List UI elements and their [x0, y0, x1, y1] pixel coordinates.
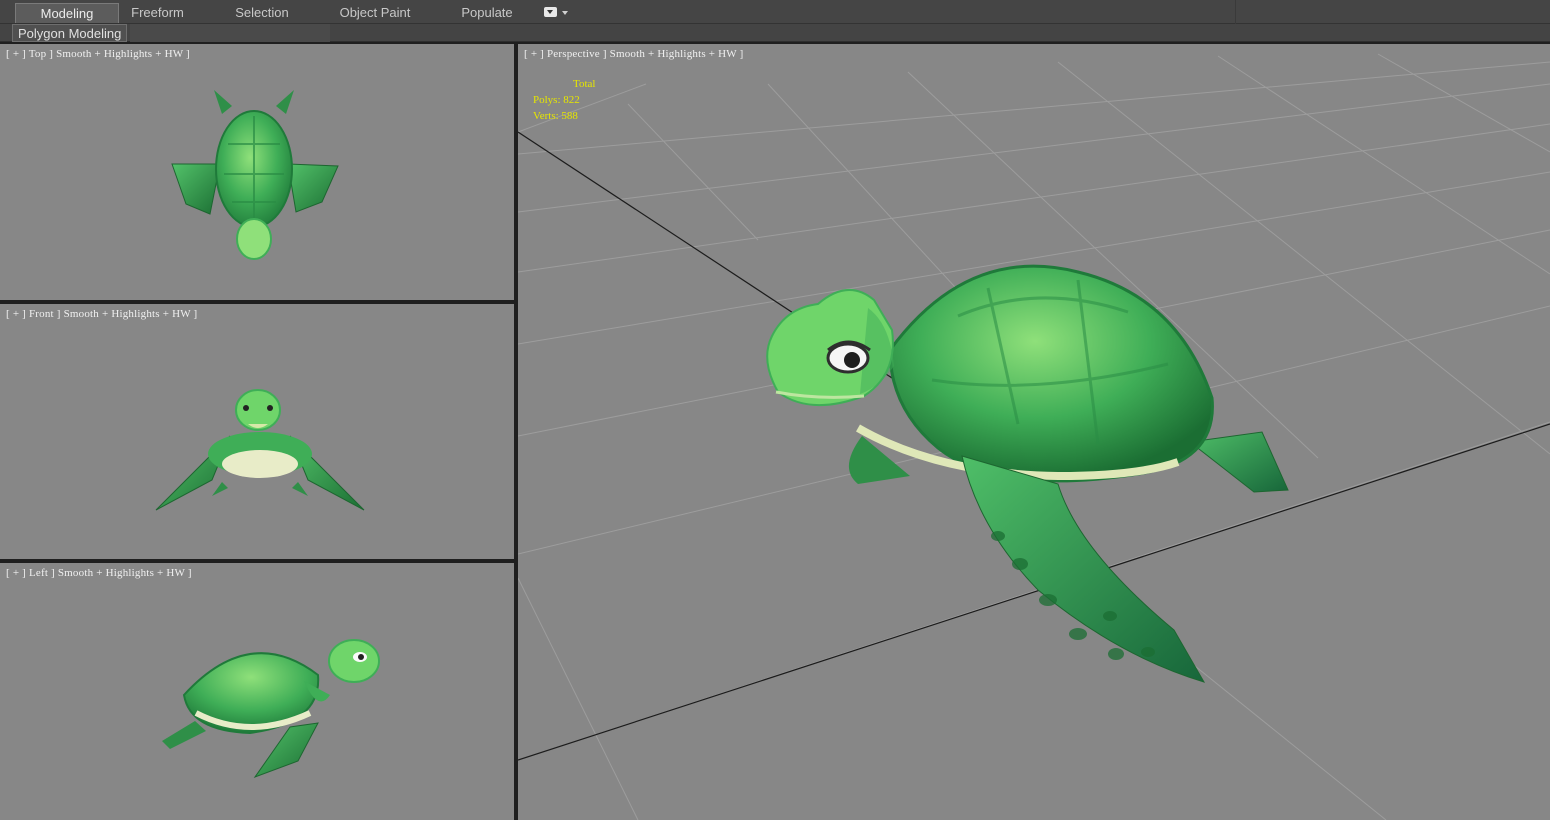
stats-verts: Verts: 588	[533, 110, 578, 122]
viewport-perspective-label[interactable]: [ + ] Perspective ] Smooth + Highlights …	[524, 48, 743, 60]
viewport-top[interactable]: [ + ] Top ] Smooth + Highlights + HW ]	[0, 44, 514, 300]
viewport-area: [ + ] Top ] Smooth + Highlights + HW ] […	[0, 42, 1550, 820]
polygon-modeling-panel-tab[interactable]: Polygon Modeling	[12, 24, 128, 42]
ribbon-tab-bar: Modeling Freeform Selection Object Paint…	[0, 0, 1550, 24]
turtle-front-view	[155, 389, 365, 511]
tab-modeling[interactable]: Modeling	[15, 3, 119, 23]
ribbon-options-dropdown-icon[interactable]	[541, 6, 571, 20]
viewport-front-label[interactable]: [ + ] Front ] Smooth + Highlights + HW ]	[6, 308, 197, 320]
viewport-perspective[interactable]: [ + ] Perspective ] Smooth + Highlights …	[518, 44, 1550, 820]
tab-freeform[interactable]: Freeform	[110, 3, 205, 23]
turtle-perspective-view	[766, 264, 1289, 683]
tab-selection[interactable]: Selection	[212, 3, 312, 23]
viewport-front[interactable]: [ + ] Front ] Smooth + Highlights + HW ]	[0, 304, 514, 559]
ribbon-divider	[1235, 0, 1236, 24]
viewport-left[interactable]: [ + ] Left ] Smooth + Highlights + HW ]	[0, 563, 514, 820]
tab-populate[interactable]: Populate	[445, 3, 529, 23]
ribbon-panel-bar: Polygon Modeling	[0, 24, 1550, 42]
stats-polys: Polys: 822	[533, 94, 580, 106]
scene-statistics: Total Polys: 822 Verts: 588	[533, 76, 595, 124]
turtle-left-view	[162, 639, 380, 779]
turtle-top-view	[171, 90, 339, 260]
stats-total-header: Total	[573, 78, 596, 90]
ribbon-panel-collapsed	[130, 24, 330, 42]
viewport-left-label[interactable]: [ + ] Left ] Smooth + Highlights + HW ]	[6, 567, 192, 579]
viewport-top-label[interactable]: [ + ] Top ] Smooth + Highlights + HW ]	[6, 48, 190, 60]
tab-object-paint[interactable]: Object Paint	[325, 3, 425, 23]
